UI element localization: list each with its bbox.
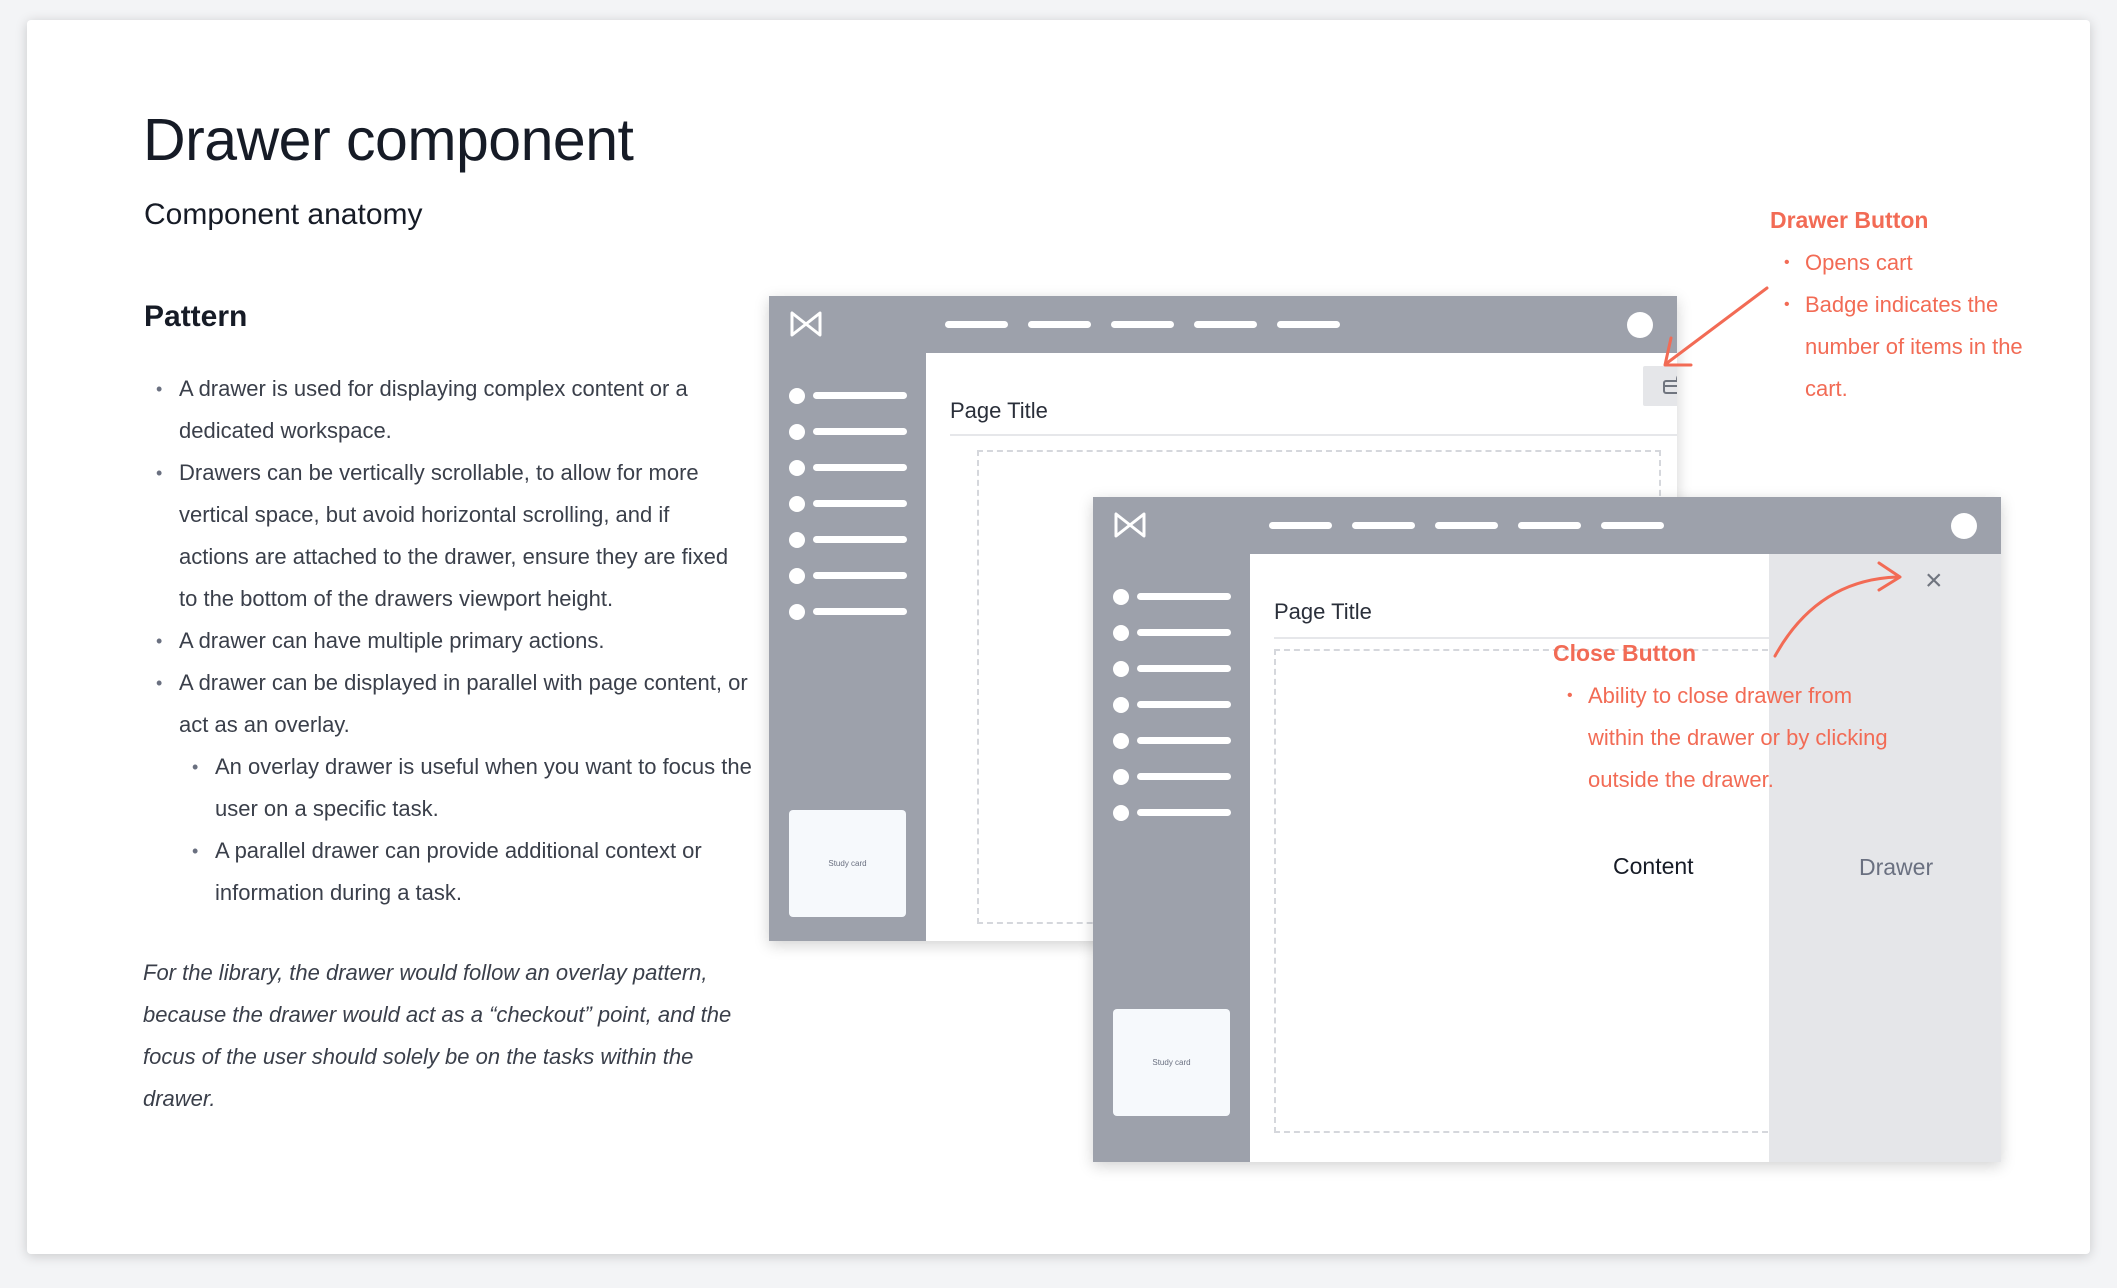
arrow-icon: [1663, 286, 1902, 658]
slide-card: Drawer component Component anatomy Patte…: [27, 20, 2090, 1254]
